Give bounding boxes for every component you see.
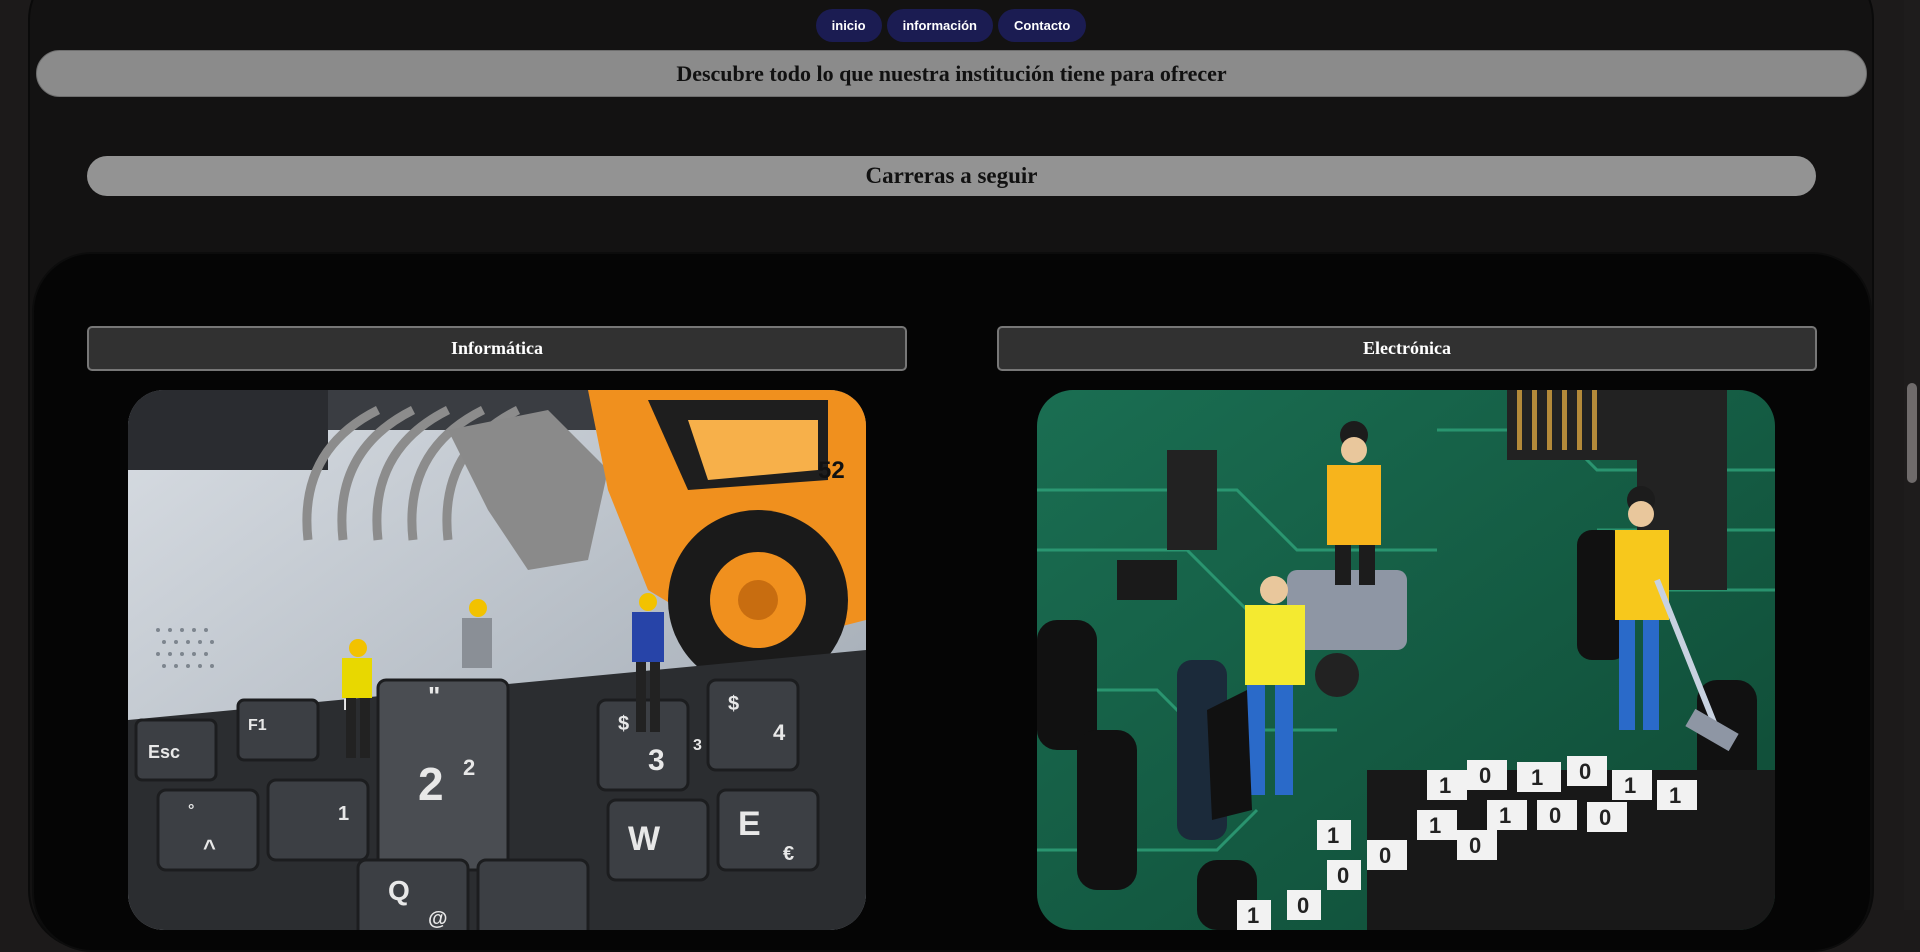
key-quote: " <box>428 681 440 711</box>
card-title-electronica[interactable]: Electrónica <box>997 326 1817 371</box>
key-3-small: 3 <box>693 737 702 754</box>
key-2-large: 2 <box>418 758 444 810</box>
digit-tile-9: 0 <box>1599 805 1611 830</box>
nav-informacion-button[interactable]: información <box>886 9 993 42</box>
digit-tile-10: 1 <box>1429 813 1441 838</box>
scrollbar[interactable] <box>1904 0 1920 910</box>
card-image-informatica: 52 Esc F1 F " $ $ 2 2 1 <box>128 390 866 930</box>
intro-banner: Descubre todo lo que nuestra institución… <box>36 50 1867 97</box>
digit-tile-12: 0 <box>1379 843 1391 868</box>
digit-tile-7: 1 <box>1499 803 1511 828</box>
key-q: Q <box>388 875 410 906</box>
key-degree: ° <box>188 802 194 819</box>
digit-tile-4: 0 <box>1579 759 1591 784</box>
nav-inicio-button[interactable]: inicio <box>815 9 882 42</box>
key-2-small: 2 <box>463 755 475 780</box>
digit-tile-15: 0 <box>1297 893 1309 918</box>
key-f1: F1 <box>248 717 267 734</box>
key-dollar-1: $ <box>618 713 629 735</box>
scrollbar-thumb[interactable] <box>1907 383 1917 483</box>
key-w: W <box>628 820 661 858</box>
digit-tile-13: 1 <box>1327 823 1339 848</box>
digit-tile-11: 0 <box>1469 833 1481 858</box>
digit-tile-6: 1 <box>1669 783 1681 808</box>
key-1: 1 <box>338 803 349 825</box>
top-nav: inicio información Contacto <box>0 9 1902 42</box>
key-e: E <box>738 805 761 843</box>
digit-tile-14: 0 <box>1337 863 1349 888</box>
key-caret: ^ <box>203 835 216 860</box>
key-4: 4 <box>773 720 786 745</box>
key-3-large: 3 <box>648 744 665 777</box>
digit-tile-8: 0 <box>1549 803 1561 828</box>
key-euro: € <box>783 843 794 865</box>
section-title: Carreras a seguir <box>87 156 1816 196</box>
digit-tile-16: 1 <box>1247 903 1259 928</box>
key-dollar-2: $ <box>728 693 739 715</box>
digit-tile-1: 1 <box>1439 773 1451 798</box>
digit-tile-3: 1 <box>1531 765 1543 790</box>
key-esc: Esc <box>148 742 180 762</box>
digit-tile-2: 0 <box>1479 763 1491 788</box>
nav-contacto-button[interactable]: Contacto <box>998 9 1087 42</box>
card-title-informatica[interactable]: Informática <box>87 326 907 371</box>
loader-number: 52 <box>818 457 845 484</box>
card-image-electronica: 1 0 1 0 1 1 1 0 0 1 0 0 1 0 0 1 <box>1037 390 1775 930</box>
digit-tile-5: 1 <box>1624 773 1636 798</box>
key-at: @ <box>428 908 448 930</box>
